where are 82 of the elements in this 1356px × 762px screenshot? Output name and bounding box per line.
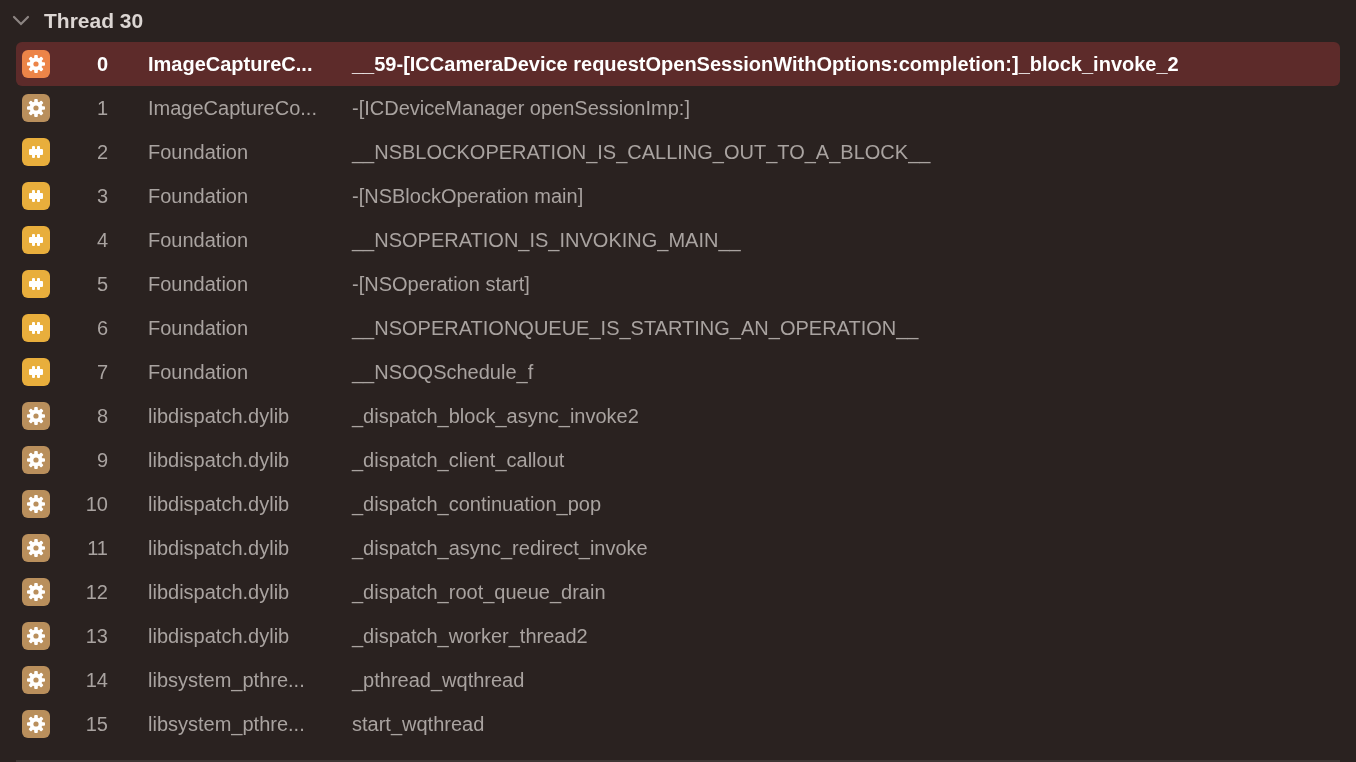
thread-title: Thread 30 [44,8,144,35]
frame-number: 9 [95,448,108,473]
stack-frame-row[interactable]: 10 libdispatch.dylib _dispatch_continuation_pop [16,482,1340,526]
frame-number: 10 [84,492,108,517]
puzzle-icon [22,226,50,254]
puzzle-icon [22,314,50,342]
symbol-name: __NSOQSchedule_f [352,360,534,386]
gear-icon [22,50,50,78]
frame-number: 7 [95,360,108,385]
gear-icon [22,710,50,738]
library-name: Foundation [148,316,250,341]
chevron-icon[interactable] [12,15,30,27]
frame-number: 3 [95,184,108,209]
gear-icon [22,534,50,562]
library-name: libsystem_pthre... [148,712,306,738]
gear-icon [22,402,50,430]
stack-frame-row[interactable]: 5 Foundation -[NSOperation start] [16,262,1340,306]
frame-number: 4 [95,228,108,253]
stack-frame-row[interactable]: 0 ImageCaptureC... __59-[ICCameraDevice requestOpenSessionWithOptions:completion:]_block_invoke_2 [16,42,1340,86]
library-name: libdispatch.dylib [148,580,291,605]
stack-frame-row[interactable]: 11 libdispatch.dylib _dispatch_async_redirect_invoke [16,526,1340,570]
frame-number: 1 [95,96,108,121]
frame-number: 13 [84,624,108,649]
stack-frame-row[interactable]: 3 Foundation -[NSBlockOperation main] [16,174,1340,218]
stack-frame-row[interactable]: 2 Foundation __NSBLOCKOPERATION_IS_CALLING_OUT_TO_A_BLOCK__ [16,130,1340,174]
puzzle-icon [22,138,50,166]
frame-number: 11 [86,536,108,561]
symbol-name: start_wqthread [352,712,485,738]
frame-number: 8 [95,404,108,429]
library-name: libsystem_pthre... [148,668,306,694]
library-name: Foundation [148,360,250,385]
stack-frame-row[interactable]: 15 libsystem_pthre... start_wqthread [16,702,1340,746]
library-name: libdispatch.dylib [148,624,291,649]
library-name: Foundation [148,272,250,297]
symbol-name: _dispatch_client_callout [352,448,565,474]
frame-number: 0 [95,52,108,77]
symbol-name: -[ICDeviceManager openSessionImp:] [352,96,690,121]
gear-icon [22,578,50,606]
stack-frame-row[interactable]: 14 libsystem_pthre... _pthread_wqthread [16,658,1340,702]
stack-frame-row[interactable]: 6 Foundation __NSOPERATIONQUEUE_IS_STARTING_AN_OPERATION__ [16,306,1340,350]
symbol-name: __59-[ICCameraDevice requestOpenSessionWithOptions:completion:]_block_invoke_2 [352,52,1179,77]
library-name: Foundation [148,140,250,165]
gear-icon [22,666,50,694]
symbol-name: __NSOPERATIONQUEUE_IS_STARTING_AN_OPERATION__ [352,316,919,342]
symbol-name: -[NSOperation start] [352,272,530,297]
gear-icon [22,490,50,518]
symbol-name: -[NSBlockOperation main] [352,184,584,209]
puzzle-icon [22,270,50,298]
symbol-name: _dispatch_block_async_invoke2 [352,404,639,430]
puzzle-icon [22,182,50,210]
stack-frame-row[interactable]: 1 ImageCaptureCo... -[ICDeviceManager openSessionImp:] [16,86,1340,130]
library-name: libdispatch.dylib [148,448,291,473]
library-name: libdispatch.dylib [148,404,291,429]
symbol-name: _dispatch_root_queue_drain [352,580,606,606]
stack-frame-row[interactable]: 4 Foundation __NSOPERATION_IS_INVOKING_MAIN__ [16,218,1340,262]
stack-frame-row[interactable]: 13 libdispatch.dylib _dispatch_worker_thread2 [16,614,1340,658]
library-name: Foundation [148,228,250,253]
library-name: libdispatch.dylib [148,492,291,517]
symbol-name: _pthread_wqthread [352,668,525,694]
symbol-name: _dispatch_worker_thread2 [352,624,588,650]
frame-number: 12 [84,580,108,605]
frame-number: 2 [95,140,108,165]
frame-number: 6 [95,316,108,341]
symbol-name: __NSBLOCKOPERATION_IS_CALLING_OUT_TO_A_BLOCK__ [352,140,931,166]
stack-frame-row[interactable]: 8 libdispatch.dylib _dispatch_block_async_invoke2 [16,394,1340,438]
stack-frame-row[interactable]: 7 Foundation __NSOQSchedule_f [16,350,1340,394]
frame-number: 5 [95,272,108,297]
symbol-name: _dispatch_async_redirect_invoke [352,536,648,562]
gear-icon [22,94,50,122]
library-name: ImageCaptureCo... [148,96,318,121]
library-name: ImageCaptureC... [148,52,314,77]
symbol-name: _dispatch_continuation_pop [352,492,602,518]
gear-icon [22,622,50,650]
stack-frame-row[interactable]: 9 libdispatch.dylib _dispatch_client_callout [16,438,1340,482]
puzzle-icon [22,358,50,386]
library-name: Foundation [148,184,250,209]
frame-number: 14 [84,668,108,693]
stack-frame-row[interactable]: 12 libdispatch.dylib _dispatch_root_queue_drain [16,570,1340,614]
gear-icon [22,446,50,474]
frame-number: 15 [84,712,108,737]
symbol-name: __NSOPERATION_IS_INVOKING_MAIN__ [352,228,741,254]
library-name: libdispatch.dylib [148,536,291,561]
